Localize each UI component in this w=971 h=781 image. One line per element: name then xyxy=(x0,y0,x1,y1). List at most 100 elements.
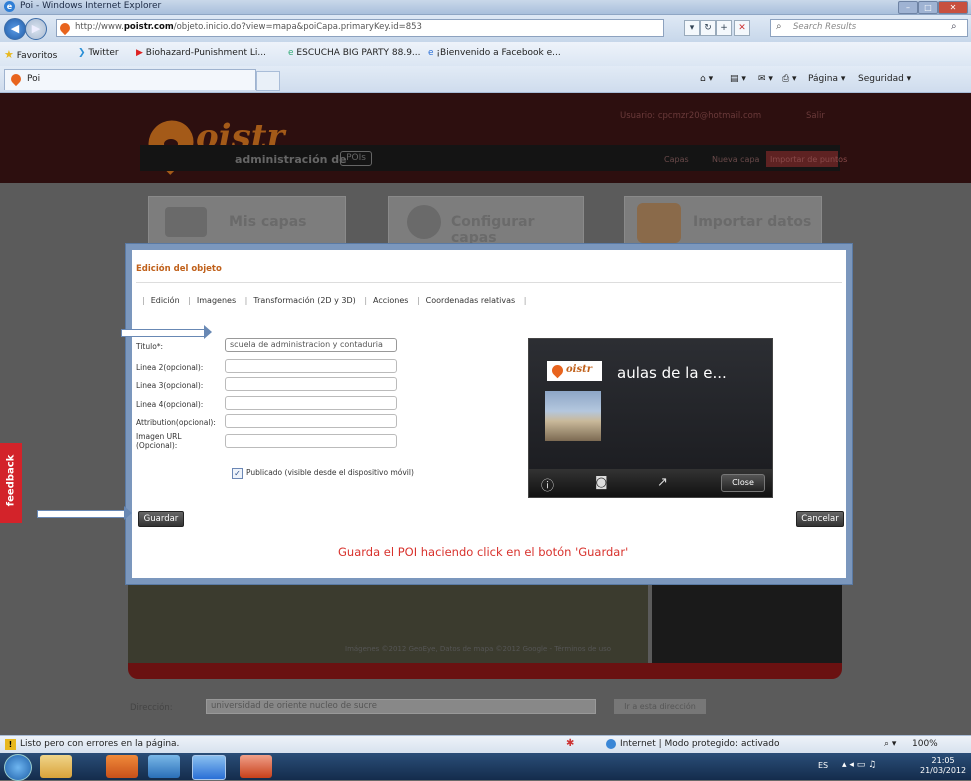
mail-icon[interactable]: ✉ ▾ xyxy=(758,74,773,84)
titulo-label: Titulo*: xyxy=(136,342,164,351)
home-icon[interactable]: ⌂ ▾ xyxy=(700,74,713,84)
preview-close-button: Close xyxy=(721,474,765,492)
imagen-url-label: Imagen URL (Opcional): xyxy=(136,432,182,450)
tab-poi[interactable]: Poi xyxy=(4,69,256,90)
explorer-taskbar-icon[interactable] xyxy=(40,755,72,778)
search-placeholder: Search Results xyxy=(793,22,857,32)
minimize-button[interactable]: – xyxy=(898,1,918,14)
attribution-input[interactable] xyxy=(225,414,397,428)
security-menu[interactable]: Seguridad ▾ xyxy=(858,74,911,84)
favorite-item-biohazard[interactable]: ▶ Biohazard-Punishment Li... xyxy=(136,48,266,58)
tab-acciones[interactable]: Acciones xyxy=(373,296,408,305)
warning-icon[interactable]: ! xyxy=(5,739,16,750)
direccion-input[interactable]: universidad de oriente nucleo de sucre xyxy=(206,699,596,714)
office-taskbar-icon[interactable] xyxy=(106,755,138,778)
save-button[interactable]: Guardar xyxy=(138,511,184,527)
info-icon: ⓘ xyxy=(541,479,555,494)
direccion-label: Dirección: xyxy=(130,703,173,713)
cancel-button[interactable]: Cancelar xyxy=(796,511,844,527)
favorites-button[interactable]: ★ Favoritos xyxy=(4,48,57,61)
tray-icons[interactable]: ▴ ◂ ▭ ♫ xyxy=(842,760,876,770)
user-email: Usuario: cpcmzr20@hotmail.com xyxy=(620,111,762,121)
new-tab-button[interactable] xyxy=(256,71,280,91)
ie-taskbar-icon[interactable] xyxy=(192,755,226,780)
card-mis-capas[interactable]: Mis capas xyxy=(148,196,346,248)
kml-icon xyxy=(637,203,681,243)
favorite-item-facebook[interactable]: e ¡Bienvenido a Facebook e... xyxy=(428,48,561,58)
feedback-tab[interactable]: feedback xyxy=(0,443,22,523)
linea2-label: Linea 2(opcional): xyxy=(136,363,204,372)
close-window-button[interactable]: ✕ xyxy=(938,1,968,14)
youtube-icon: ▶ xyxy=(136,48,143,58)
stop-icon[interactable]: ✕ xyxy=(734,20,750,36)
tab-favicon-icon xyxy=(8,71,24,87)
clock[interactable]: 21:05 21/03/2012 xyxy=(920,756,966,776)
tab-edicion[interactable]: Edición xyxy=(151,296,180,305)
layers-icon xyxy=(165,207,207,237)
share-icon: ↗ xyxy=(657,475,668,490)
refresh-icon[interactable]: ↻ xyxy=(700,20,716,36)
logout-link[interactable]: Salir xyxy=(806,111,825,121)
status-message: Listo pero con errores en la página. xyxy=(20,739,180,749)
window-titlebar: e Poi - Windows Internet Explorer – □ ✕ xyxy=(0,0,971,15)
addon-icon[interactable]: ✱ xyxy=(566,738,574,749)
search-box[interactable]: ⌕ Search Results ⌕ xyxy=(770,19,968,37)
poistr-logo-icon xyxy=(549,362,566,379)
twitter-icon: ❯ xyxy=(78,48,86,58)
globe-icon xyxy=(606,739,616,749)
feeds-icon[interactable]: ▤ ▾ xyxy=(730,74,746,84)
site-favicon-icon xyxy=(57,20,73,36)
preview-toolbar: ⓘ ◙ ↗ Close xyxy=(529,469,772,497)
address-bar[interactable]: http://www.poistr.com/objeto.inicio.do?v… xyxy=(56,19,664,37)
attribution-label: Attribution(opcional): xyxy=(136,418,216,427)
card-label: Mis capas xyxy=(229,214,307,230)
search-provider-icon: ⌕ xyxy=(776,21,782,32)
back-button[interactable]: ◀ xyxy=(4,18,26,40)
map-side-panel xyxy=(652,573,842,663)
linea4-label: Linea 4(opcional): xyxy=(136,400,204,409)
tab-imagenes[interactable]: Imagenes xyxy=(197,296,236,305)
nav-importar[interactable]: Importar de puntos xyxy=(770,155,847,164)
dialog-tabs: | Edición | Imagenes | Transformación (2D y… xyxy=(142,296,527,305)
tab-transformacion[interactable]: Transformación (2D y 3D) xyxy=(253,296,355,305)
wrench-icon xyxy=(407,205,441,239)
titulo-input[interactable]: scuela de administracion y contaduria xyxy=(225,338,397,352)
preview-logo-text: oistr xyxy=(566,364,592,375)
camera-icon: ◙ xyxy=(595,475,608,490)
publicado-checkbox[interactable]: ✓ xyxy=(232,468,243,479)
search-icon[interactable]: ⌕ xyxy=(951,21,957,32)
linea4-input[interactable] xyxy=(225,396,397,410)
forward-button[interactable]: ▶ xyxy=(25,18,47,40)
favorite-item-escucha[interactable]: e ESCUCHA BIG PARTY 88.9... xyxy=(288,48,421,58)
card-label: Configurar capas xyxy=(451,214,535,246)
card-configurar-capas[interactable]: Configurar capas xyxy=(388,196,584,248)
messenger-taskbar-icon[interactable] xyxy=(148,755,180,778)
linea3-input[interactable] xyxy=(225,377,397,391)
nav-nueva-capa[interactable]: Nueva capa xyxy=(712,155,759,164)
tab-row: Poi ⌂ ▾ ▤ ▾ ✉ ▾ ⎙ ▾ Página ▾ Seguridad ▾ xyxy=(0,66,971,93)
zoom-level[interactable]: 100% xyxy=(912,739,938,749)
preview-title: aulas de la e... xyxy=(617,364,727,382)
linea2-input[interactable] xyxy=(225,359,397,373)
page-menu[interactable]: Página ▾ xyxy=(808,74,845,84)
language-indicator[interactable]: ES xyxy=(818,761,828,770)
nav-capas[interactable]: Capas xyxy=(664,155,689,164)
powerpoint-taskbar-icon[interactable] xyxy=(240,755,272,778)
compatibility-icon[interactable]: ▾ xyxy=(684,20,700,36)
maximize-button[interactable]: □ xyxy=(918,1,938,14)
print-icon[interactable]: ⎙ ▾ xyxy=(782,74,797,84)
imagen-url-input[interactable] xyxy=(225,434,397,448)
preview-thumbnail xyxy=(545,391,601,441)
card-importar-datos[interactable]: Importar datos xyxy=(624,196,822,248)
tab-coordenadas[interactable]: Coordenadas relativas xyxy=(426,296,516,305)
direccion-button[interactable]: Ir a esta dirección xyxy=(614,699,706,714)
rss-icon[interactable]: + xyxy=(716,20,732,36)
map-attribution: Imágenes ©2012 GeoEye, Datos de mapa ©20… xyxy=(345,645,612,653)
internet-explorer-icon: e xyxy=(4,1,15,12)
clock-time: 21:05 xyxy=(931,756,955,765)
star-icon: ★ xyxy=(4,48,14,61)
favorite-item-twitter[interactable]: ❯ Twitter xyxy=(78,48,119,58)
start-button[interactable] xyxy=(4,754,32,781)
dialog-body: Edición del objeto | Edición | Imagenes | T… xyxy=(132,250,846,578)
zoom-icon[interactable]: ⌕ ▾ xyxy=(884,739,896,749)
